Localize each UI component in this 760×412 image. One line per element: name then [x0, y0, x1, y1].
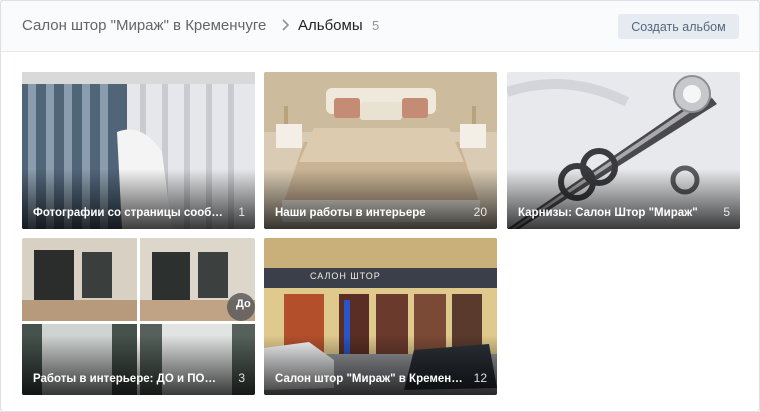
- cover-shade: [507, 169, 740, 229]
- cover-shade: [264, 169, 497, 229]
- album-title: Карнизы: Салон Штор "Мираж": [518, 207, 698, 219]
- albums-panel: Салон штор "Мираж" в Кременчуге Альбомы …: [0, 0, 760, 412]
- breadcrumb-current: Альбомы: [298, 17, 363, 34]
- album-photo-count: 12: [473, 371, 487, 385]
- album-photo-count: 20: [473, 205, 487, 219]
- cover-shade: [22, 169, 255, 229]
- create-album-button[interactable]: Создать альбом: [618, 14, 739, 39]
- album-title: Фотографии со страницы сообщества: [33, 207, 223, 219]
- album-card[interactable]: САЛОН ШТОР Салон штор "Мираж" в Кременчу…: [264, 238, 497, 395]
- album-title: Работы в интерьере: ДО и ПОСЛЕ: [33, 373, 223, 385]
- breadcrumb-community-link[interactable]: Салон штор "Мираж" в Кременчуге: [22, 17, 266, 34]
- album-title: Наши работы в интерьере: [275, 207, 426, 219]
- album-photo-count: 1: [238, 205, 245, 219]
- album-title: Салон штор "Мираж" в Кременчуге: [275, 373, 465, 385]
- album-card[interactable]: Наши работы в интерьере 20: [264, 72, 497, 229]
- albums-count: 5: [372, 18, 380, 33]
- cover-shade: [22, 335, 255, 395]
- album-photo-count: 3: [238, 371, 245, 385]
- album-card[interactable]: Карнизы: Салон Штор "Мираж" 5: [507, 72, 740, 229]
- album-card[interactable]: Фотографии со страницы сообщества 1: [22, 72, 255, 229]
- album-card[interactable]: До Работы в интерьере: ДО и ПОСЛЕ 3: [22, 238, 255, 395]
- storefront-sign: САЛОН ШТОР: [310, 271, 381, 281]
- collage-overlay-text: До: [236, 298, 251, 310]
- chevron-right-icon: [282, 19, 290, 31]
- album-photo-count: 5: [723, 205, 730, 219]
- page-header: Салон штор "Мираж" в Кременчуге Альбомы …: [1, 1, 759, 52]
- cover-shade: [264, 335, 497, 395]
